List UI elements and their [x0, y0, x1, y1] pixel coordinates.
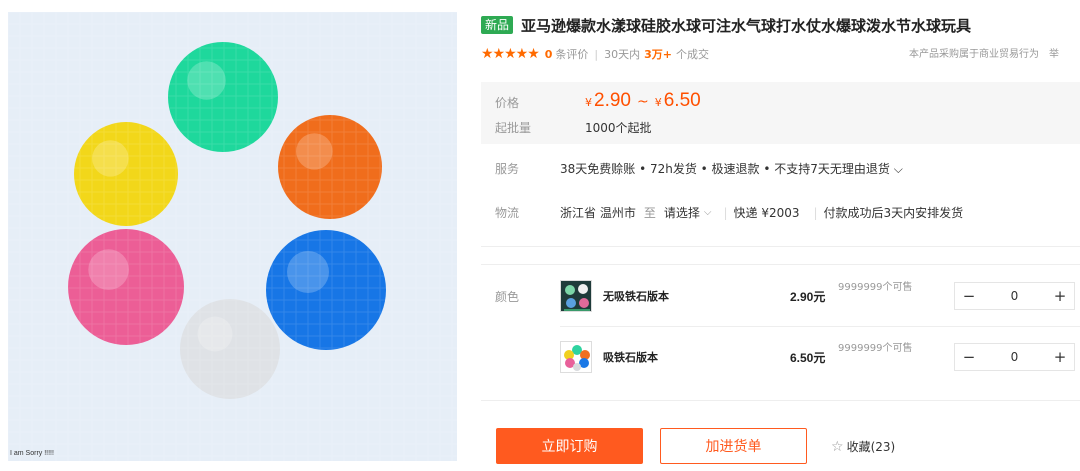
pixel-grid-overlay — [8, 12, 457, 461]
sku-thumbnail-image — [561, 281, 591, 311]
sku-row: 吸铁石版本 6.50元 9999999个可售 − 0 + — [560, 337, 1080, 377]
buy-now-button[interactable]: 立即订购 — [496, 428, 643, 464]
sku-thumbnail[interactable] — [560, 341, 592, 373]
price-block: 价格 ¥2.90 ~ ¥6.50 起批量 1000个起批 — [481, 82, 1080, 144]
sku-price: 6.50元 — [790, 351, 826, 365]
minus-button[interactable]: − — [955, 287, 983, 305]
product-info: 新品 亚马逊爆款水漾球硅胶水球可注水气球打水仗水爆球泼水节水球玩具 ★★★★★ … — [481, 0, 1080, 471]
trade-note: 本产品采购属于商业贸易行为举 — [909, 45, 1059, 60]
yen-symbol: ¥ — [585, 96, 592, 109]
price-label: 价格 — [495, 96, 520, 110]
sku-price: 2.90元 — [790, 290, 826, 304]
minus-button[interactable]: − — [955, 348, 983, 366]
moq-value: 1000个起批 — [585, 121, 652, 135]
favorite-button[interactable]: ☆ 收藏(23) — [831, 438, 895, 455]
color-label: 颜色 — [495, 290, 520, 304]
product-photo — [8, 12, 457, 461]
plus-button[interactable]: + — [1046, 348, 1074, 366]
price-range: ¥2.90 ~ ¥6.50 — [585, 90, 701, 112]
divider — [560, 326, 1080, 327]
logistics-label: 物流 — [495, 206, 520, 220]
divider: | — [813, 205, 818, 220]
quantity-stepper: − 0 + — [954, 343, 1075, 371]
sku-thumbnail[interactable] — [560, 280, 592, 312]
price-min: 2.90 — [594, 90, 631, 111]
quantity-input[interactable]: 0 — [983, 350, 1046, 364]
rating-row: ★★★★★ 0 条评价 | 30天内 3万+ 个成交 本产品采购属于商业贸易行为… — [481, 45, 1080, 63]
title-row: 新品 亚马逊爆款水漾球硅胶水球可注水气球打水仗水爆球泼水节水球玩具 — [481, 14, 971, 36]
logistics-row: 浙江省 温州市 至 请选择 ⌵ | 快递 ¥2003 | 付款成功后3天内安排发… — [560, 204, 963, 221]
divider — [481, 246, 1080, 247]
price-tilde: ~ — [636, 94, 649, 110]
sku-name: 吸铁石版本 — [603, 351, 658, 364]
plus-button[interactable]: + — [1046, 287, 1074, 305]
add-to-cart-button[interactable]: 加进货单 — [660, 428, 807, 464]
image-caption: I am Sorry !!!!! — [10, 450, 54, 457]
moq-label: 起批量 — [495, 121, 532, 135]
origin: 浙江省 温州市 — [560, 206, 636, 220]
chevron-down-icon[interactable]: ⌵ — [704, 207, 712, 218]
yen-symbol: ¥ — [654, 96, 662, 109]
period-label: 30天内 — [604, 48, 641, 61]
deal-count-label: 个成交 — [676, 48, 710, 61]
divider: | — [594, 47, 599, 61]
divider — [481, 264, 1080, 265]
sku-stock: 9999999个可售 — [838, 343, 913, 354]
sku-row: 无吸铁石版本 2.90元 9999999个可售 − 0 + — [560, 276, 1080, 316]
favorite-label: 收藏(23) — [846, 440, 896, 454]
sku-name: 无吸铁石版本 — [603, 290, 669, 303]
express-fee: 快递 ¥2003 — [733, 206, 800, 220]
quantity-input[interactable]: 0 — [983, 289, 1046, 303]
star-outline-icon: ☆ — [831, 439, 844, 455]
sku-stock: 9999999个可售 — [838, 282, 913, 293]
quantity-stepper: − 0 + — [954, 282, 1075, 310]
product-image[interactable]: I am Sorry !!!!! — [8, 12, 457, 461]
service-text[interactable]: 38天免费赊账 • 72h发货 • 极速退款 • 不支持7天无理由退货 ⌵ — [560, 160, 903, 177]
trade-note-text: 本产品采购属于商业贸易行为 — [909, 49, 1039, 60]
product-title: 亚马逊爆款水漾球硅胶水球可注水气球打水仗水爆球泼水节水球玩具 — [521, 16, 972, 35]
rating-stars-icon: ★★★★★ — [481, 46, 540, 62]
price-max: 6.50 — [663, 90, 701, 111]
new-badge: 新品 — [481, 16, 514, 34]
sku-thumbnail-image — [561, 342, 591, 372]
deal-count: 3万+ — [644, 48, 673, 61]
divider — [481, 400, 1080, 401]
divider: | — [723, 205, 728, 220]
to-label: 至 — [643, 206, 656, 220]
review-count-label[interactable]: 条评价 — [555, 46, 588, 62]
dispatch-time: 付款成功后3天内安排发货 — [823, 206, 964, 220]
service-label: 服务 — [495, 162, 520, 176]
review-count[interactable]: 0 — [545, 48, 553, 61]
report-link[interactable]: 举 — [1049, 49, 1059, 60]
destination-select[interactable]: 请选择 — [664, 204, 700, 221]
